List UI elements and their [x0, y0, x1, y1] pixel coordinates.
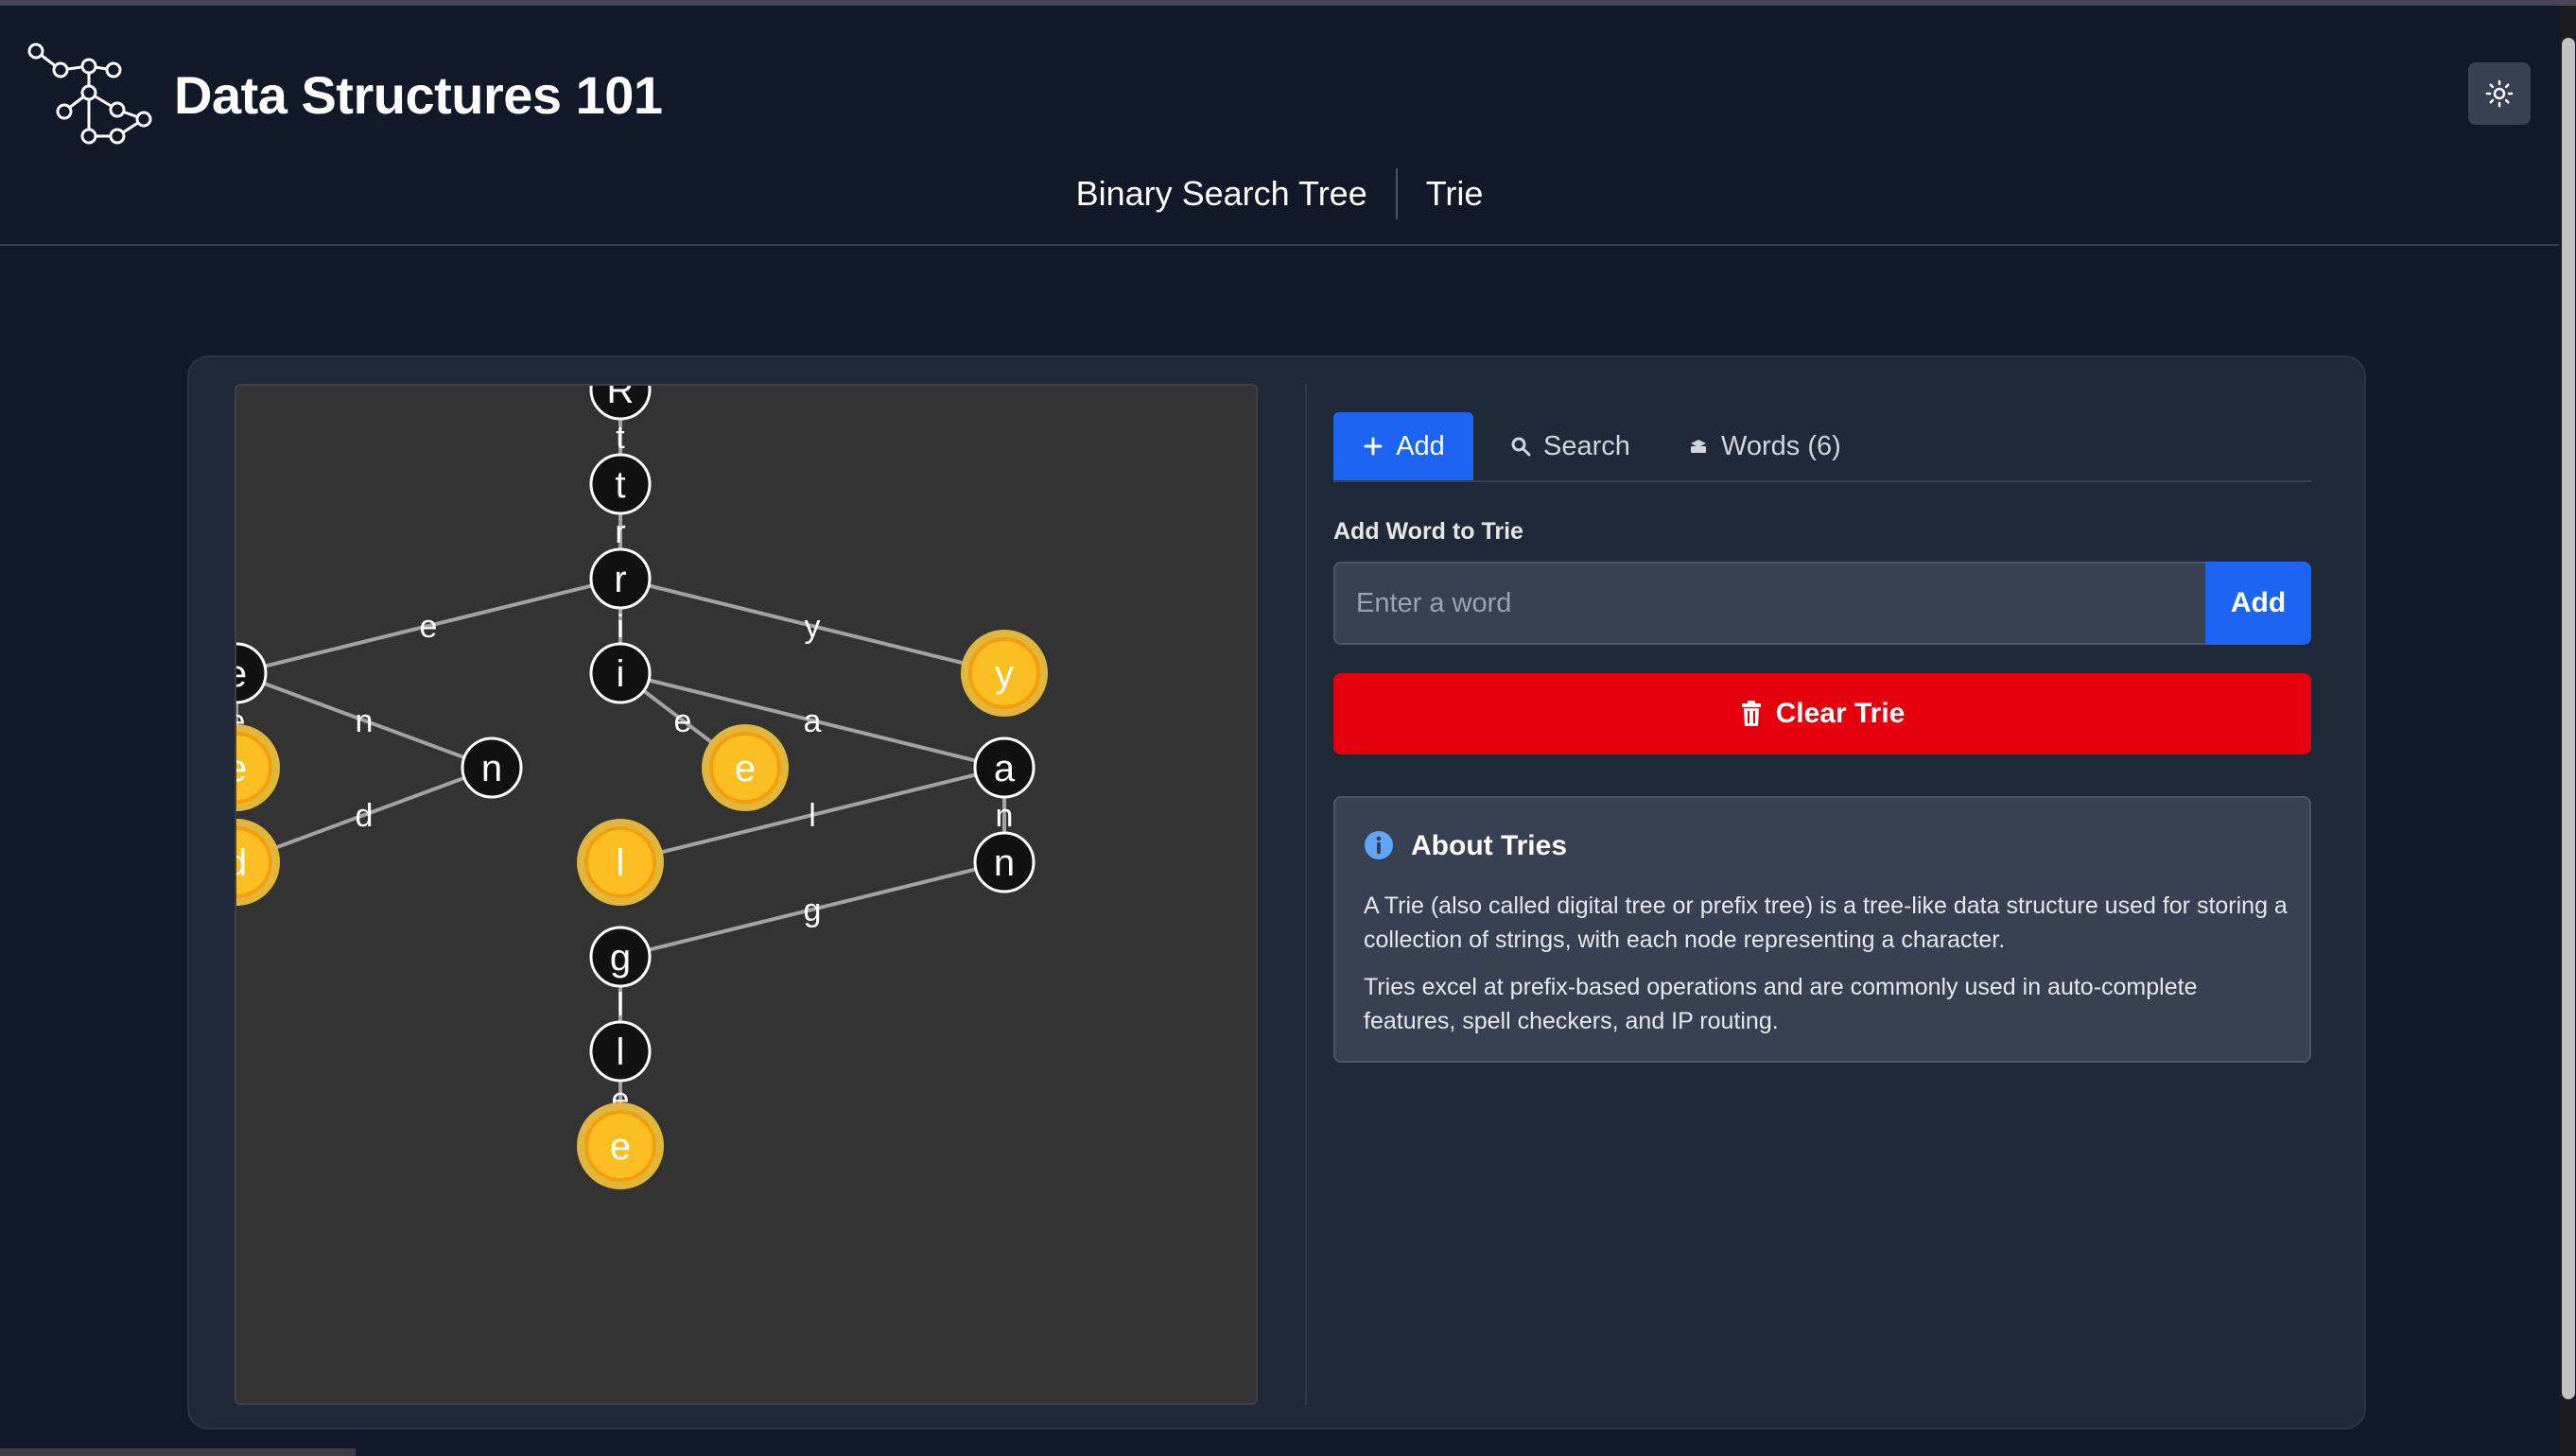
- app-header: Data Structures 101 Binary Search Tree T…: [0, 6, 2559, 246]
- trie-node-label: r: [614, 559, 626, 600]
- trie-edge-label: e: [674, 703, 692, 739]
- trie-node[interactable]: r: [589, 547, 652, 610]
- add-word-label: Add Word to Trie: [1333, 518, 1523, 545]
- tab-add[interactable]: Add: [1333, 412, 1473, 480]
- about-paragraph-2: Tries excel at prefix-based operations a…: [1364, 974, 2198, 1034]
- nav-tab-trie[interactable]: Trie: [1398, 168, 1512, 219]
- stack-icon: [1687, 435, 1710, 458]
- trie-node[interactable]: l: [589, 1020, 652, 1083]
- clear-trie-label: Clear Trie: [1775, 698, 1906, 729]
- trie-node-label: y: [995, 653, 1014, 695]
- trie-node-label: l: [617, 842, 625, 884]
- trie-edge-label: g: [804, 893, 822, 928]
- search-icon: [1509, 435, 1532, 458]
- sun-icon: [2485, 79, 2514, 108]
- trie-node[interactable]: t: [589, 453, 652, 515]
- trie-node-word-end[interactable]: d: [236, 819, 280, 906]
- trie-node-label: e: [735, 748, 756, 789]
- trie-edge-label: e: [420, 609, 438, 645]
- trie-node-label: n: [994, 842, 1015, 884]
- tab-add-label: Add: [1396, 430, 1445, 461]
- tree-logo-icon: [27, 43, 152, 145]
- trie-edge-label: d: [356, 798, 374, 834]
- structure-nav: Binary Search Tree Trie: [0, 168, 2559, 219]
- trie-node-word-end[interactable]: l: [577, 819, 664, 906]
- trie-node-label: a: [994, 748, 1016, 789]
- app-title: Data Structures 101: [174, 65, 663, 125]
- clear-trie-button[interactable]: Clear Trie: [1333, 673, 2311, 754]
- trie-node[interactable]: i: [589, 642, 652, 704]
- panel-divider: [1305, 384, 1307, 1405]
- theme-toggle-button[interactable]: [2468, 62, 2531, 125]
- horizontal-scrollbar[interactable]: [0, 1448, 356, 1456]
- add-word-button[interactable]: Add: [2205, 562, 2311, 645]
- about-tries-box: About Tries A Trie (also called digital …: [1333, 796, 2311, 1063]
- trie-edge-label: l: [617, 987, 624, 1023]
- tab-search[interactable]: Search: [1509, 412, 1630, 480]
- about-paragraph-1: A Trie (also called digital tree or pref…: [1364, 893, 2288, 953]
- trie-node-word-end[interactable]: e: [577, 1102, 664, 1189]
- add-word-group: Add: [1333, 562, 2311, 645]
- trie-node-label: d: [236, 842, 247, 884]
- trie-edge-label: y: [805, 609, 821, 645]
- trie-edge-label: r: [615, 514, 625, 550]
- tab-words[interactable]: Words (6): [1687, 412, 1841, 480]
- trie-node-label: e: [236, 748, 247, 789]
- trie-node-label: l: [617, 1031, 625, 1073]
- trie-node-label: e: [610, 1126, 631, 1168]
- trie-node[interactable]: R: [589, 386, 652, 421]
- trie-edge-label: l: [809, 798, 816, 834]
- trie-node-label: n: [481, 748, 502, 789]
- trie-node-label: t: [615, 464, 625, 506]
- nav-tab-binary-search-tree[interactable]: Binary Search Tree: [1048, 168, 1396, 219]
- trash-icon: [1741, 701, 1761, 726]
- trie-node[interactable]: a: [973, 737, 1036, 799]
- word-input[interactable]: [1333, 562, 2207, 645]
- tab-search-label: Search: [1543, 430, 1630, 461]
- about-title: About Tries: [1411, 830, 1568, 861]
- trie-edge-label: t: [616, 420, 625, 456]
- trie-graph: treiynedealngleRtreiyeneadlngle: [236, 386, 1048, 1189]
- trie-visualization[interactable]: treiynedealngleRtreiyeneadlngle: [235, 384, 1258, 1405]
- panel-tabs: Add Search Words (6): [1333, 412, 2311, 482]
- trie-node-word-end[interactable]: y: [961, 630, 1048, 717]
- trie-node-label: g: [610, 937, 631, 979]
- trie-node-word-end[interactable]: e: [702, 724, 789, 811]
- trie-edge-label: n: [356, 703, 374, 739]
- plus-icon: [1362, 435, 1384, 458]
- trie-node[interactable]: g: [589, 926, 652, 988]
- trie-node-label: e: [236, 653, 247, 695]
- info-icon: [1365, 831, 1393, 859]
- scrollbar-thumb[interactable]: [2562, 38, 2575, 1399]
- trie-node[interactable]: n: [973, 831, 1036, 893]
- trie-node-label: i: [617, 653, 625, 695]
- trie-edge-label: a: [804, 703, 822, 739]
- trie-edge-label: n: [996, 798, 1014, 834]
- trie-edge-label: i: [617, 609, 624, 645]
- trie-node-label: R: [607, 386, 635, 411]
- tab-words-label: Words (6): [1721, 430, 1841, 461]
- trie-node[interactable]: e: [236, 642, 268, 704]
- trie-node[interactable]: n: [461, 737, 523, 799]
- trie-node-word-end[interactable]: e: [236, 724, 280, 811]
